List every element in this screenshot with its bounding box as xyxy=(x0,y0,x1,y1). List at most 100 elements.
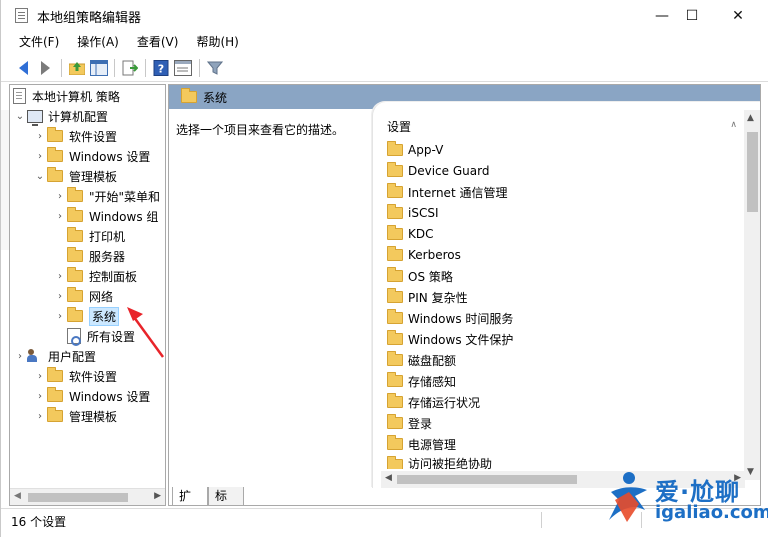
list-item[interactable]: 存储感知 xyxy=(387,371,456,391)
scrollbar-thumb[interactable] xyxy=(747,132,758,212)
folder-icon xyxy=(67,307,83,322)
list-item[interactable]: Windows 文件保护 xyxy=(387,329,513,349)
tree-item-server[interactable]: 服务器 xyxy=(67,246,125,266)
chevron-right-icon[interactable]: › xyxy=(53,271,67,282)
tree-item-windows-settings[interactable]: › Windows 设置 xyxy=(33,146,150,166)
tree-item-user-config[interactable]: › 用户配置 xyxy=(13,346,96,366)
tree-item-start-menu[interactable]: › "开始"菜单和 xyxy=(53,186,160,206)
menu-view[interactable]: 查看(V) xyxy=(128,31,188,53)
folder-icon xyxy=(387,456,403,469)
up-folder-icon[interactable] xyxy=(67,58,87,78)
scrollbar-thumb[interactable] xyxy=(28,493,128,502)
filter-icon[interactable] xyxy=(205,58,225,78)
list-vertical-scrollbar[interactable]: ▲ ▼ xyxy=(744,110,760,480)
list-item-label: 磁盘配额 xyxy=(408,353,457,368)
folder-icon xyxy=(47,127,63,142)
tree-item-user-software-settings[interactable]: › 软件设置 xyxy=(33,366,117,386)
window-title: 本地组策略编辑器 xyxy=(37,11,142,26)
menu-file[interactable]: 文件(F) xyxy=(1,31,68,53)
maximize-button[interactable]: ☐ xyxy=(669,0,715,31)
list-item[interactable]: iSCSI xyxy=(387,203,439,223)
scroll-left-icon[interactable]: ◀ xyxy=(385,473,392,483)
toolbar-separator xyxy=(61,59,62,77)
tree-item-user-admin-templates[interactable]: › 管理模板 xyxy=(33,406,117,426)
scroll-left-icon[interactable]: ◀ xyxy=(14,491,21,501)
watermark: 爱·尬聊 igaliao.com xyxy=(605,468,768,528)
chevron-right-icon[interactable]: › xyxy=(53,191,67,202)
toolbar-separator xyxy=(199,59,200,77)
folder-icon xyxy=(387,435,403,450)
list-item[interactable]: PIN 复杂性 xyxy=(387,287,468,307)
toolbar-separator xyxy=(114,59,115,77)
chevron-right-icon[interactable]: › xyxy=(33,151,47,162)
list-item[interactable]: 磁盘配额 xyxy=(387,350,456,370)
list-item-label: Internet 通信管理 xyxy=(408,185,508,200)
tree-item-software-settings[interactable]: › 软件设置 xyxy=(33,126,117,146)
tree-item-user-windows-settings[interactable]: › Windows 设置 xyxy=(33,386,150,406)
chevron-right-icon[interactable]: › xyxy=(33,391,47,402)
list-item[interactable]: OS 策略 xyxy=(387,266,453,286)
tree-item-label: 打印机 xyxy=(89,229,126,244)
all-settings-icon xyxy=(67,328,81,346)
scroll-right-icon[interactable]: ▶ xyxy=(154,491,161,501)
list-item[interactable]: App-V xyxy=(387,140,443,160)
tab-standard[interactable]: 标准 xyxy=(208,487,244,522)
back-arrow-icon[interactable] xyxy=(13,58,33,78)
tree-item-label: 软件设置 xyxy=(69,369,118,384)
chevron-right-icon[interactable]: › xyxy=(13,351,27,362)
menu-action[interactable]: 操作(A) xyxy=(68,31,128,53)
forward-arrow-icon[interactable] xyxy=(35,58,55,78)
list-item[interactable]: Kerberos xyxy=(387,245,461,265)
folder-icon xyxy=(67,187,83,202)
folder-icon xyxy=(387,267,403,282)
chevron-right-icon[interactable]: › xyxy=(53,311,67,322)
list-item[interactable]: KDC xyxy=(387,224,434,244)
list-item[interactable]: Internet 通信管理 xyxy=(387,182,507,202)
list-item[interactable]: Windows 时间服务 xyxy=(387,308,513,328)
scroll-up-icon[interactable]: ▲ xyxy=(747,113,754,123)
tree-item-label: Windows 设置 xyxy=(69,149,151,164)
help-icon[interactable]: ? xyxy=(151,58,171,78)
tab-extended[interactable]: 扩展 xyxy=(172,487,208,522)
tree-item-label: 用户配置 xyxy=(48,349,97,364)
list-item[interactable]: 访问被拒绝协助 xyxy=(387,455,492,469)
chevron-down-icon[interactable]: ⌄ xyxy=(33,171,47,182)
chevron-right-icon[interactable]: › xyxy=(33,131,47,142)
show-hide-tree-icon[interactable] xyxy=(89,58,109,78)
tree-item-computer-config[interactable]: ⌄ 计算机配置 xyxy=(13,106,108,126)
title-bar: 本地组策略编辑器 — ☐ ✕ xyxy=(1,0,768,31)
tree-item-printers[interactable]: 打印机 xyxy=(67,226,125,246)
close-button[interactable]: ✕ xyxy=(715,0,761,31)
policy-document-icon xyxy=(13,88,26,104)
background-window-sliver xyxy=(1,110,9,250)
tree-item-windows-components[interactable]: › Windows 组 xyxy=(53,206,158,226)
tree-item-system[interactable]: › 系统 xyxy=(53,306,120,326)
chevron-right-icon[interactable]: › xyxy=(53,291,67,302)
tree-item-network[interactable]: › 网络 xyxy=(53,286,113,306)
properties-icon[interactable] xyxy=(173,58,193,78)
tree-item-admin-templates[interactable]: ⌄ 管理模板 xyxy=(33,166,117,186)
list-item[interactable]: 登录 xyxy=(387,413,432,433)
chevron-down-icon[interactable]: ⌄ xyxy=(13,111,27,122)
chevron-right-icon[interactable]: › xyxy=(53,211,67,222)
menu-help[interactable]: 帮助(H) xyxy=(187,31,247,53)
details-pane: 系统 选择一个项目来查看它的描述。 设置 ∧ App-V Device Guar… xyxy=(168,84,761,506)
watermark-url: igaliao.com xyxy=(655,502,768,523)
column-header-setting[interactable]: 设置 xyxy=(387,118,411,135)
list-item[interactable]: 电源管理 xyxy=(387,434,456,454)
scrollbar-thumb[interactable] xyxy=(397,475,577,484)
tree-root[interactable]: 本地计算机 策略 xyxy=(13,86,120,106)
tree-pane: 本地计算机 策略 ⌄ 计算机配置 › 软件设置 › Windows 设置 ⌄ 管… xyxy=(9,84,166,506)
tree-item-label: 网络 xyxy=(89,289,114,304)
tree-item-control-panel[interactable]: › 控制面板 xyxy=(53,266,137,286)
list-item[interactable]: 存储运行状况 xyxy=(387,392,480,412)
folder-icon xyxy=(387,393,403,408)
list-item[interactable]: Device Guard xyxy=(387,161,489,181)
folder-icon xyxy=(387,414,403,429)
chevron-right-icon[interactable]: › xyxy=(33,411,47,422)
export-list-icon[interactable] xyxy=(120,58,140,78)
chevron-right-icon[interactable]: › xyxy=(33,371,47,382)
tree-horizontal-scrollbar[interactable]: ◀ ▶ xyxy=(10,488,165,505)
details-header-title: 系统 xyxy=(203,90,228,105)
list-item-label: App-V xyxy=(408,143,444,157)
